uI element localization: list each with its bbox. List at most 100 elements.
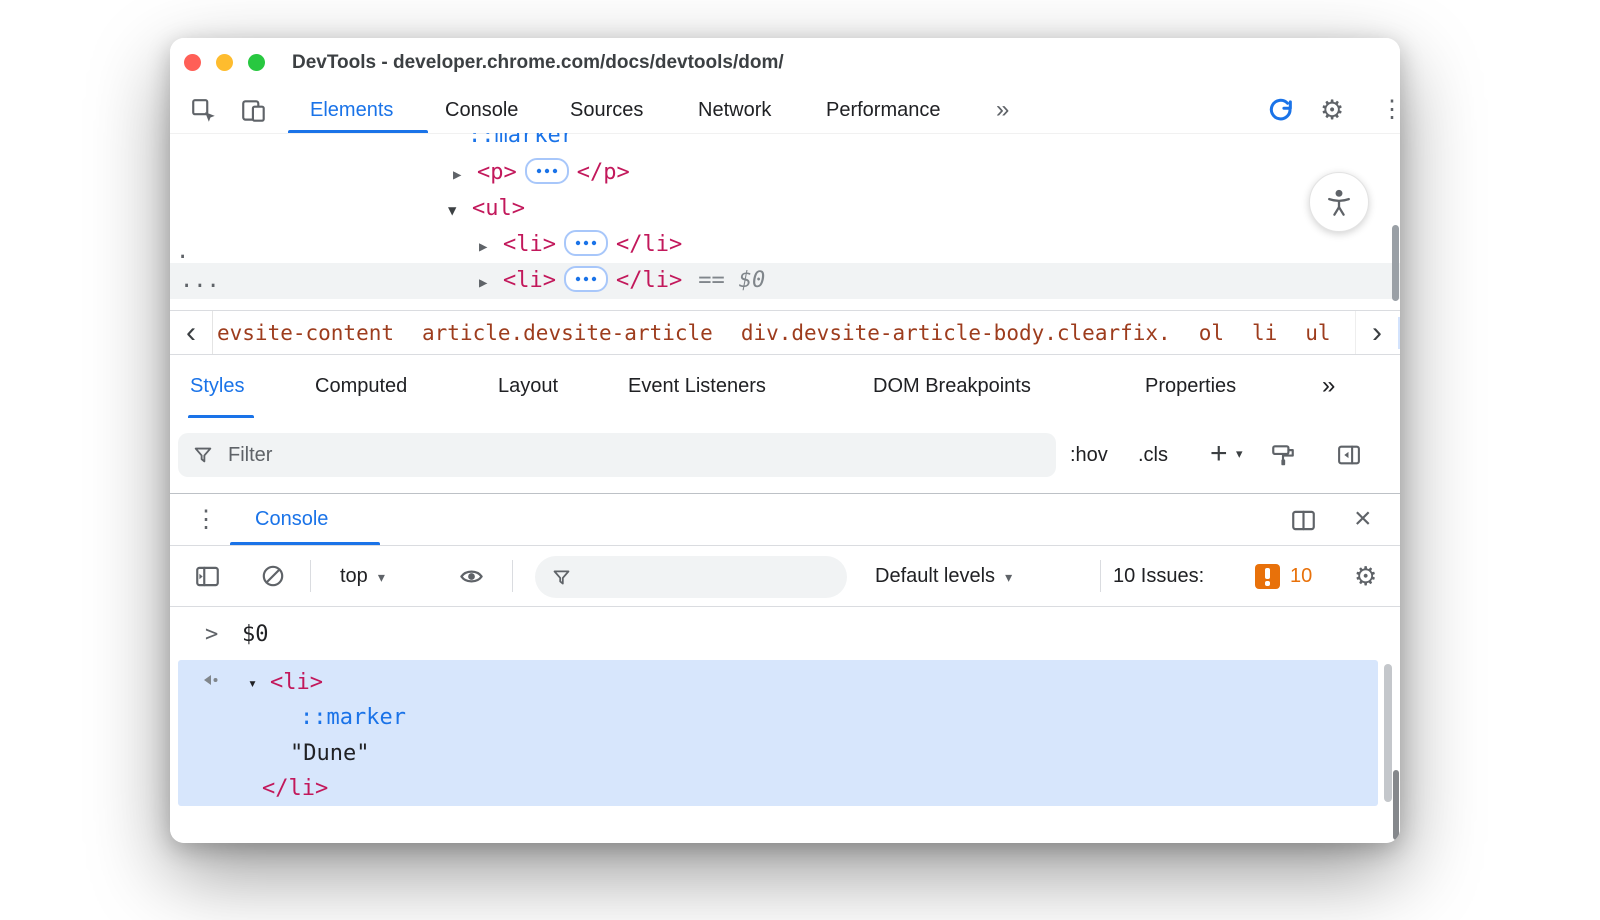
console-filter-field[interactable]	[535, 556, 847, 598]
paint-roller-icon[interactable]	[1270, 442, 1296, 473]
console-settings-gear-icon[interactable]: ⚙	[1354, 546, 1377, 606]
li-close-tag[interactable]: </li>	[616, 232, 682, 257]
breadcrumb-item-article[interactable]: article.devsite-article	[422, 321, 713, 345]
tab-elements[interactable]: Elements	[310, 88, 393, 132]
styles-filter-row: :hov .cls + ▾	[170, 418, 1400, 493]
tab-event-listeners[interactable]: Event Listeners	[628, 355, 766, 417]
tab-console[interactable]: Console	[445, 88, 518, 132]
close-window-button[interactable]	[184, 54, 201, 71]
drawer-kebab-menu-icon[interactable]: ⋮	[194, 494, 218, 545]
toggle-hover-state-button[interactable]: :hov	[1070, 418, 1108, 493]
console-result-block[interactable]: ▾ <li> ::marker "Dune" </li>	[178, 660, 1378, 806]
equals-sign: ==	[698, 268, 725, 293]
new-style-rule-button[interactable]: +	[1210, 418, 1228, 490]
issues-label[interactable]: 10 Issues:	[1113, 546, 1204, 606]
title-bar: DevTools - developer.chrome.com/docs/dev…	[170, 38, 1400, 88]
toggle-class-button[interactable]: .cls	[1138, 418, 1168, 493]
returned-value-icon	[200, 666, 220, 700]
levels-label: Default levels	[875, 565, 995, 587]
collapse-result-icon[interactable]: ▾	[248, 666, 257, 700]
li-open-tag[interactable]: <li>	[503, 232, 556, 257]
result-text-node[interactable]: "Dune"	[290, 737, 369, 771]
elements-dom-tree: ::marker ▶<p></p> ▼<ul> ▶<li></li> . ...…	[170, 133, 1400, 310]
accessibility-overlay-button[interactable]	[1309, 172, 1369, 232]
p-close-tag[interactable]: </p>	[577, 160, 630, 185]
clipped-text-ellipsis: ...	[180, 263, 220, 299]
more-style-tabs-icon[interactable]: »	[1322, 355, 1335, 417]
dollar-zero-annotation: $0	[739, 268, 766, 293]
issues-icon[interactable]	[1255, 564, 1280, 589]
minimize-window-button[interactable]	[216, 54, 233, 71]
chevron-down-icon: ▾	[1005, 569, 1012, 585]
breadcrumb-scroll-right-icon[interactable]: ›	[1355, 311, 1398, 354]
tab-performance[interactable]: Performance	[826, 88, 941, 132]
refresh-icon[interactable]	[1267, 96, 1295, 129]
console-filter-input[interactable]	[582, 565, 831, 589]
zoom-window-button[interactable]	[248, 54, 265, 71]
expand-arrow-icon[interactable]: ▶	[479, 265, 503, 301]
tab-dom-breakpoints[interactable]: DOM Breakpoints	[873, 355, 1031, 417]
breadcrumb-item-div-body[interactable]: div.devsite-article-body.clearfix.	[741, 321, 1171, 345]
kebab-menu-icon[interactable]: ⋮	[1380, 88, 1400, 132]
dom-scrollbar-thumb[interactable]	[1392, 225, 1399, 301]
breadcrumb-item-li[interactable]: li	[1252, 321, 1277, 345]
tree-row-ul[interactable]: ▼<ul>	[448, 191, 525, 227]
p-open-tag[interactable]: <p>	[477, 160, 517, 185]
breadcrumb-item-ol[interactable]: ol	[1199, 321, 1224, 345]
tab-properties[interactable]: Properties	[1145, 355, 1236, 417]
breadcrumb-item-devsite-content[interactable]: evsite-content	[217, 321, 394, 345]
inline-expand-button[interactable]	[564, 230, 608, 256]
chevron-down-icon: ▾	[378, 569, 385, 585]
inline-expand-button[interactable]	[525, 158, 569, 184]
inline-expand-button[interactable]	[564, 266, 608, 292]
settings-gear-icon[interactable]: ⚙	[1320, 88, 1344, 132]
tree-row-marker[interactable]: ::marker	[468, 133, 574, 154]
clear-console-icon[interactable]	[260, 563, 286, 594]
drawer-tab-console[interactable]: Console	[255, 494, 328, 545]
console-prompt-chevron-icon: >	[205, 617, 218, 653]
tab-layout[interactable]: Layout	[498, 355, 558, 417]
styles-filter-input[interactable]	[226, 443, 1042, 468]
tab-styles[interactable]: Styles	[190, 355, 244, 417]
tab-network[interactable]: Network	[698, 88, 771, 132]
li-close-tag[interactable]: </li>	[616, 268, 682, 293]
tree-row-li-selected[interactable]: ▶<li> </li> == $0	[479, 263, 765, 299]
collapse-arrow-icon[interactable]: ▼	[448, 193, 472, 229]
devtools-window: DevTools - developer.chrome.com/docs/dev…	[170, 38, 1400, 843]
new-style-rule-caret-icon[interactable]: ▾	[1236, 446, 1243, 462]
console-sidebar-icon[interactable]	[194, 563, 221, 595]
tree-row-p[interactable]: ▶<p> </p>	[453, 155, 630, 191]
issues-count[interactable]: 10	[1290, 546, 1312, 606]
breadcrumb-scroll-left-icon[interactable]: ‹	[170, 311, 213, 354]
expand-arrow-icon[interactable]: ▶	[479, 229, 503, 265]
context-label: top	[340, 565, 368, 587]
tab-sources[interactable]: Sources	[570, 88, 643, 132]
window-scrollbar-thumb[interactable]	[1393, 770, 1399, 840]
log-levels-selector[interactable]: Default levels ▾	[875, 546, 1012, 607]
device-toolbar-icon[interactable]	[240, 97, 268, 130]
console-toolbar: top ▾ Default levels ▾ 10 Issues: 10 ⚙	[170, 546, 1400, 607]
dock-sidebar-icon[interactable]	[1336, 442, 1362, 473]
more-tabs-icon[interactable]: »	[996, 88, 1009, 132]
styles-filter-field[interactable]	[178, 433, 1056, 477]
issues-icon-dot	[1265, 581, 1270, 586]
breadcrumb-item-ul[interactable]: ul	[1305, 321, 1330, 345]
ul-open-tag[interactable]: <ul>	[472, 196, 525, 221]
live-expression-eye-icon[interactable]	[458, 563, 485, 595]
expand-arrow-icon[interactable]: ▶	[453, 157, 477, 193]
li-open-tag[interactable]: <li>	[503, 268, 556, 293]
console-tab-underline	[230, 542, 380, 545]
tree-row-li-1[interactable]: ▶<li> </li>	[479, 227, 682, 263]
breadcrumb: ‹ evsite-content article.devsite-article…	[170, 310, 1400, 355]
console-scrollbar-thumb[interactable]	[1384, 664, 1392, 802]
close-drawer-icon[interactable]: ×	[1354, 494, 1372, 544]
tab-computed[interactable]: Computed	[315, 355, 407, 417]
result-li-close-tag[interactable]: </li>	[262, 772, 328, 806]
execution-context-selector[interactable]: top ▾	[340, 546, 385, 607]
inspect-element-icon[interactable]	[190, 97, 218, 130]
pseudo-marker-node[interactable]: ::marker	[468, 133, 574, 148]
result-marker-pseudo[interactable]: ::marker	[300, 701, 406, 735]
styles-panel-tabs: Styles Computed Layout Event Listeners D…	[170, 355, 1400, 419]
split-panel-icon[interactable]	[1290, 507, 1317, 539]
result-li-open-tag[interactable]: <li>	[270, 666, 323, 700]
